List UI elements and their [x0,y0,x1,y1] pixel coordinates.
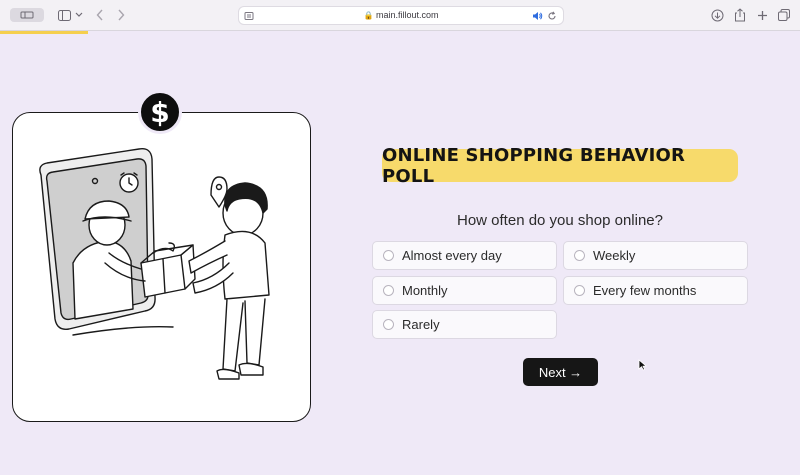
radio-icon[interactable] [574,285,585,296]
option-every-few-months[interactable]: Every few months [563,276,748,305]
chevron-left-icon [96,9,103,21]
option-rarely[interactable]: Rarely [372,310,557,339]
tab-grid-button[interactable] [777,6,791,24]
sidebar-toggle-button[interactable] [57,6,71,24]
option-almost-every-day[interactable]: Almost every day [372,241,557,270]
radio-icon[interactable] [574,250,585,261]
poll-title-banner: ONLINE SHOPPING BEHAVIOR POLL [382,145,738,187]
radio-icon[interactable] [383,250,394,261]
share-button[interactable] [733,6,747,24]
forward-button[interactable] [115,6,127,24]
dollar-icon: $ [138,90,182,134]
url-label: main.fillout.com [375,10,439,20]
chevron-down-icon [75,12,83,17]
address-bar[interactable]: 🔒 main.fillout.com [238,6,564,25]
tab-overview-button[interactable] [10,8,44,22]
option-label: Monthly [402,283,448,298]
illustration-card [12,112,311,422]
tab-overview-icon [20,11,34,19]
mouse-cursor-icon [638,359,647,371]
reload-icon[interactable] [547,11,557,21]
plus-icon [757,10,767,20]
new-tab-button[interactable] [755,6,769,24]
sidebar-menu-button[interactable] [74,6,84,24]
radio-icon[interactable] [383,285,394,296]
back-button[interactable] [94,6,106,24]
radio-icon[interactable] [383,319,394,330]
sidebar-icon [57,9,71,21]
option-label: Every few months [593,283,697,298]
lock-icon: 🔒 [363,11,374,20]
option-label: Weekly [593,248,636,263]
option-weekly[interactable]: Weekly [563,241,748,270]
option-label: Almost every day [402,248,502,263]
chevron-right-icon [118,9,125,21]
option-monthly[interactable]: Monthly [372,276,557,305]
tabs-icon [778,9,790,21]
share-icon [735,8,745,22]
poll-question: How often do you shop online? [457,212,663,229]
form-progress-bar [0,31,88,34]
speaker-icon[interactable] [532,11,543,21]
option-label: Rarely [402,317,440,332]
delivery-illustration [39,148,270,380]
url-text: 🔒 main.fillout.com [239,10,563,20]
download-icon [711,9,723,21]
poll-title: ONLINE SHOPPING BEHAVIOR POLL [382,144,686,187]
browser-toolbar: 🔒 main.fillout.com [0,0,800,31]
downloads-button[interactable] [710,6,724,24]
next-button[interactable]: Next → [523,358,598,386]
